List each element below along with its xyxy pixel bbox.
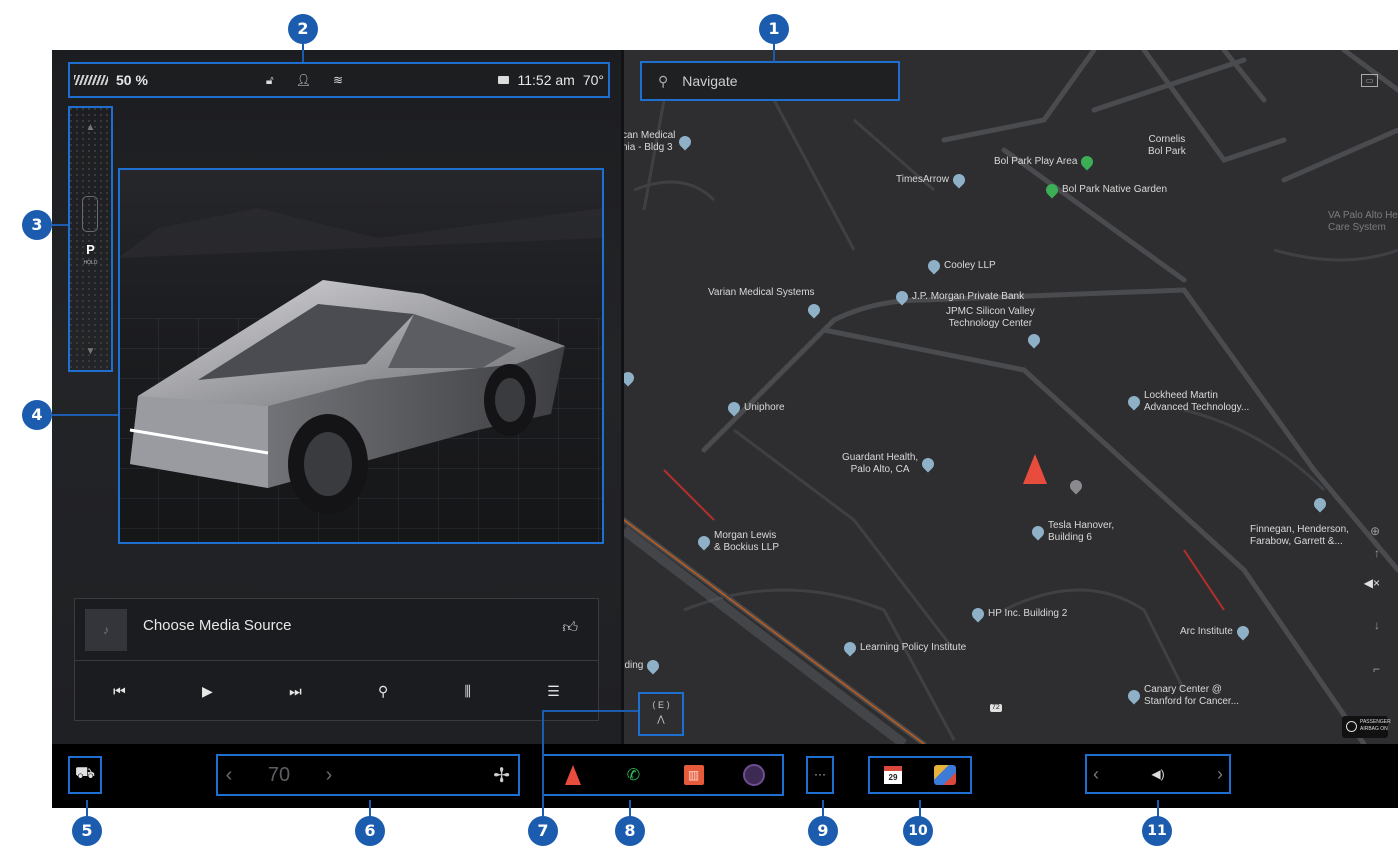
map-poi[interactable]: J.P. Morgan Private Bank <box>893 288 1024 306</box>
map-poi[interactable]: Arc Institute <box>1180 623 1252 641</box>
map-poi[interactable] <box>1025 331 1043 349</box>
map-pin-icon <box>1125 393 1143 411</box>
map-poi[interactable]: Bol Park Play Area <box>994 153 1096 171</box>
callout-leader <box>542 710 638 712</box>
map-pin-icon <box>841 639 859 657</box>
park-pin-icon <box>1078 153 1096 171</box>
map-pin-icon <box>1025 331 1043 349</box>
park-pin-icon <box>1043 181 1061 199</box>
map-pin-icon <box>1067 477 1085 495</box>
map-poi[interactable]: Finnegan, Henderson, Farabow, Garrett &.… <box>1250 524 1349 548</box>
map-roads <box>624 50 1398 744</box>
map-poi[interactable]: VA Palo Alto He Care System <box>1328 210 1398 234</box>
bottom-bar: ⛟ ‹ 70 › ✢ ✆ ▥ ··· 29 ‹ ◀) › <box>52 744 1398 808</box>
map-pin-icon <box>676 133 694 151</box>
map-poi[interactable] <box>805 301 823 319</box>
media-source-title[interactable]: Choose Media Source <box>143 617 291 634</box>
navigation-arrow-icon <box>1023 454 1047 484</box>
vehicle-render-highlight <box>118 168 604 544</box>
map-zoom-icon[interactable]: ⊕ <box>1370 524 1380 538</box>
map-pin-icon <box>644 657 662 675</box>
map-pin-icon <box>1311 495 1329 513</box>
callout-badge: 9 <box>808 816 838 846</box>
thumbs-up-icon[interactable]: 👍︎ <box>562 619 578 637</box>
map-poi[interactable]: Tesla Hanover, Building 6 <box>1029 520 1114 544</box>
map-pin-icon <box>805 301 823 319</box>
callout-leader <box>52 224 68 226</box>
map-pin-icon <box>1125 687 1143 705</box>
map-poi[interactable]: Cooley LLP <box>925 257 996 275</box>
map-poi[interactable]: Bol Park Native Garden <box>1043 181 1167 199</box>
play-icon[interactable]: ▶ <box>202 683 213 700</box>
map-pin-icon <box>925 257 943 275</box>
mute-icon[interactable]: ◀× <box>1364 576 1380 590</box>
previous-track-icon[interactable]: ⏮︎ <box>113 683 126 700</box>
callout-badge: 5 <box>72 816 102 846</box>
touchscreen: 50 % 🔓︎ 👤︎ ≋ 11:52 am 70° ▲ P HOLD ▼ ♪ C… <box>52 50 1398 808</box>
highway-shield: 72 <box>990 704 1002 713</box>
queue-list-icon[interactable]: ☰ <box>547 683 560 700</box>
map-poi[interactable]: Morgan Lewis & Bockius LLP <box>695 530 779 554</box>
album-art[interactable]: ♪ <box>85 609 127 651</box>
map-poi[interactable]: HP Inc. Building 2 <box>969 605 1067 623</box>
map-pin-icon <box>695 533 713 551</box>
media-player: ♪ Choose Media Source 👍︎ ⏮︎ ▶ ⏭︎ ⚲ ⫼ ☰ <box>74 598 599 721</box>
callout-leader <box>773 42 775 62</box>
recent-apps-highlight <box>868 756 972 794</box>
callout-badge: 2 <box>288 14 318 44</box>
map-poi[interactable]: Cornelis Bol Park <box>1148 134 1186 158</box>
map-poi[interactable] <box>1067 477 1085 495</box>
status-bar-highlight <box>68 62 610 98</box>
callout-badge: 3 <box>22 210 52 240</box>
callout-badge: 10 <box>903 816 933 846</box>
map-pin-icon <box>950 171 968 189</box>
callout-badge: 11 <box>1142 816 1172 846</box>
map-pin-icon <box>919 455 937 473</box>
map-poi[interactable]: can Medical nia - Bldg 3 <box>624 130 694 154</box>
callout-badge: 1 <box>759 14 789 44</box>
more-apps-highlight <box>806 756 834 794</box>
search-icon[interactable]: ⚲ <box>378 683 388 700</box>
map-pin-icon <box>1234 623 1252 641</box>
app-launcher-highlight <box>542 754 784 796</box>
next-track-icon[interactable]: ⏭︎ <box>289 683 302 700</box>
split-screen-icon[interactable]: ▭ <box>1361 74 1378 87</box>
callout-badge: 7 <box>528 816 558 846</box>
airbag-icon <box>1346 721 1357 732</box>
callout-leader <box>52 414 118 416</box>
equalizer-icon[interactable]: ⫼ <box>465 683 471 700</box>
climate-highlight <box>216 754 520 796</box>
map-poi[interactable]: ilding <box>624 657 662 675</box>
callout-leader <box>542 710 544 818</box>
map-poi[interactable]: Uniphore <box>725 399 785 417</box>
map-poi[interactable]: Learning Policy Institute <box>841 639 966 657</box>
map-poi[interactable]: Varian Medical Systems <box>708 287 815 299</box>
compass-highlight <box>638 692 684 736</box>
map-poi[interactable]: JPMC Silicon Valley Technology Center <box>946 306 1035 330</box>
down-arrow-icon[interactable]: ↓ <box>1374 618 1380 632</box>
map-view[interactable]: ⚲ Navigate ▭ can Medical nia - Bldg 3 Bo… <box>624 50 1398 744</box>
map-poi[interactable]: TimesArrow <box>896 171 968 189</box>
map-poi[interactable]: Canary Center @ Stanford for Cancer... <box>1125 684 1239 708</box>
callout-badge: 8 <box>615 816 645 846</box>
map-poi[interactable]: Lockheed Martin Advanced Technology... <box>1125 390 1249 414</box>
map-poi[interactable]: Guardant Health, Palo Alto, CA <box>842 452 937 476</box>
callout-leader <box>302 42 304 62</box>
map-pin-icon <box>725 399 743 417</box>
seat-icon[interactable]: ⌐ <box>1373 662 1380 676</box>
map-poi[interactable] <box>1311 495 1329 513</box>
car-status-panel: 50 % 🔓︎ 👤︎ ≋ 11:52 am 70° ▲ P HOLD ▼ ♪ C… <box>52 50 621 744</box>
map-poi[interactable] <box>624 369 637 387</box>
map-pin-icon <box>1029 523 1047 541</box>
up-arrow-icon[interactable]: ↑ <box>1374 546 1380 560</box>
car-button-highlight <box>68 756 102 794</box>
callout-badge: 4 <box>22 400 52 430</box>
map-pin-icon <box>969 605 987 623</box>
volume-highlight <box>1085 754 1231 794</box>
callout-badge: 6 <box>355 816 385 846</box>
map-pin-icon <box>893 288 911 306</box>
navigate-search-highlight <box>640 61 900 101</box>
gear-selector-highlight <box>68 106 113 372</box>
passenger-airbag-indicator: PASSENGER AIRBAG ON <box>1342 716 1391 738</box>
